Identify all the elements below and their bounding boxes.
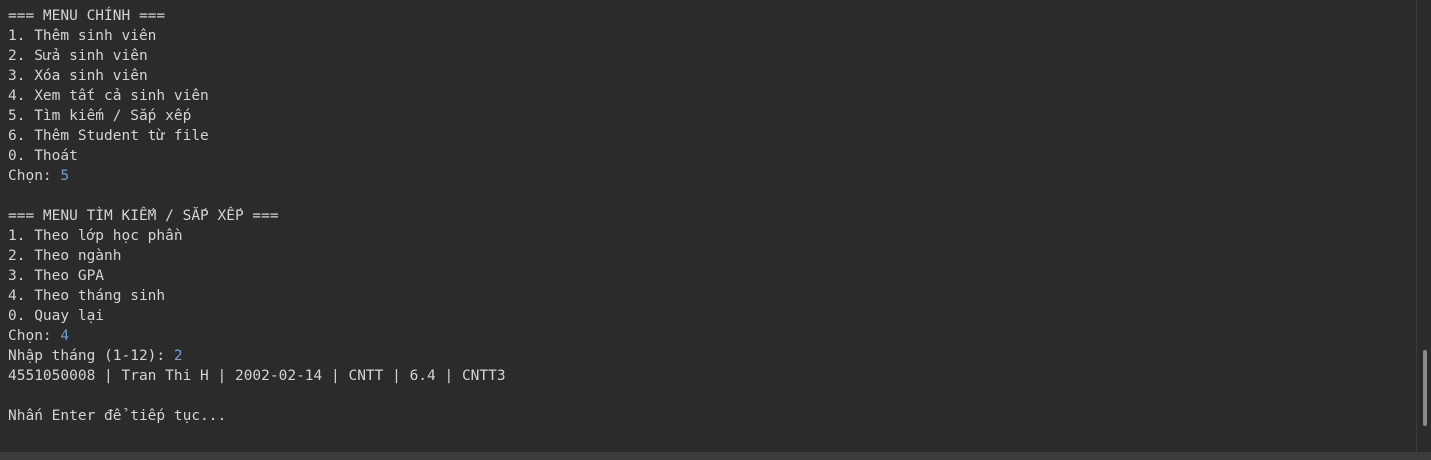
console-line-text: 4. Xem tất cả sinh viên (8, 88, 209, 104)
console-line-text: === MENU CHÍNH === (8, 8, 166, 24)
console-output: === MENU CHÍNH === 1. Thêm sinh viên 2. Sử… (8, 6, 1415, 426)
user-input-value: 4 (60, 328, 70, 344)
console-line-text: 3. Theo GPA (8, 268, 105, 284)
console-line: 1. Theo lớp học phần (8, 226, 1415, 246)
console-line: 0. Thoát (8, 146, 1415, 166)
console-line-text: === MENU TÌM KIẾM / SẮP XẾP === (8, 208, 279, 224)
console-line-text: Chọn: (8, 168, 61, 184)
scrollbar-thumb[interactable] (1423, 350, 1427, 426)
console-line-text: 3. Xóa sinh viên (8, 68, 148, 84)
console-line-text: 0. Quay lại (8, 308, 105, 324)
console-line: 3. Theo GPA (8, 266, 1415, 286)
console-line-text: 0. Thoát (8, 148, 78, 164)
console-line: Nhấn Enter để tiếp tục... (8, 406, 1415, 426)
console-line-text: Nhập tháng (1-12): (8, 348, 174, 364)
console-line-text: Chọn: (8, 328, 61, 344)
console-line-text: 1. Thêm sinh viên (8, 28, 157, 44)
console-line-text: 1. Theo lớp học phần (8, 228, 183, 244)
console-line: 4. Xem tất cả sinh viên (8, 86, 1415, 106)
console-line-text: 4551050008 | Tran Thi H | 2002-02-14 | C… (8, 368, 506, 384)
console-line: 4. Theo tháng sinh (8, 286, 1415, 306)
console-line: 3. Xóa sinh viên (8, 66, 1415, 86)
console-line: 6. Thêm Student từ file (8, 126, 1415, 146)
console-line: Chọn: 5 (8, 166, 1415, 186)
console-line: 5. Tìm kiếm / Sắp xếp (8, 106, 1415, 126)
console-line: === MENU TÌM KIẾM / SẮP XẾP === (8, 206, 1415, 226)
console-line-text: Nhấn Enter để tiếp tục... (8, 408, 227, 424)
console-line-text: 6. Thêm Student từ file (8, 128, 209, 144)
console-line: 0. Quay lại (8, 306, 1415, 326)
console-line: Nhập tháng (1-12): 2 (8, 346, 1415, 366)
vertical-scrollbar[interactable] (1416, 0, 1431, 452)
console-line: 4551050008 | Tran Thi H | 2002-02-14 | C… (8, 366, 1415, 386)
console-line-text: 2. Theo ngành (8, 248, 122, 264)
console-line-text: 4. Theo tháng sinh (8, 288, 166, 304)
console-line: 1. Thêm sinh viên (8, 26, 1415, 46)
console-line-text: 2. Sửa sinh viên (8, 48, 148, 64)
user-input-value: 5 (60, 168, 70, 184)
console-line: 2. Theo ngành (8, 246, 1415, 266)
console-line-text: 5. Tìm kiếm / Sắp xếp (8, 108, 192, 124)
console-line: === MENU CHÍNH === (8, 6, 1415, 26)
console-line: Chọn: 4 (8, 326, 1415, 346)
user-input-value: 2 (173, 348, 183, 364)
console-window[interactable]: === MENU CHÍNH === 1. Thêm sinh viên 2. Sử… (0, 0, 1431, 460)
console-line: 2. Sửa sinh viên (8, 46, 1415, 66)
horizontal-scrollbar[interactable] (0, 452, 1431, 460)
